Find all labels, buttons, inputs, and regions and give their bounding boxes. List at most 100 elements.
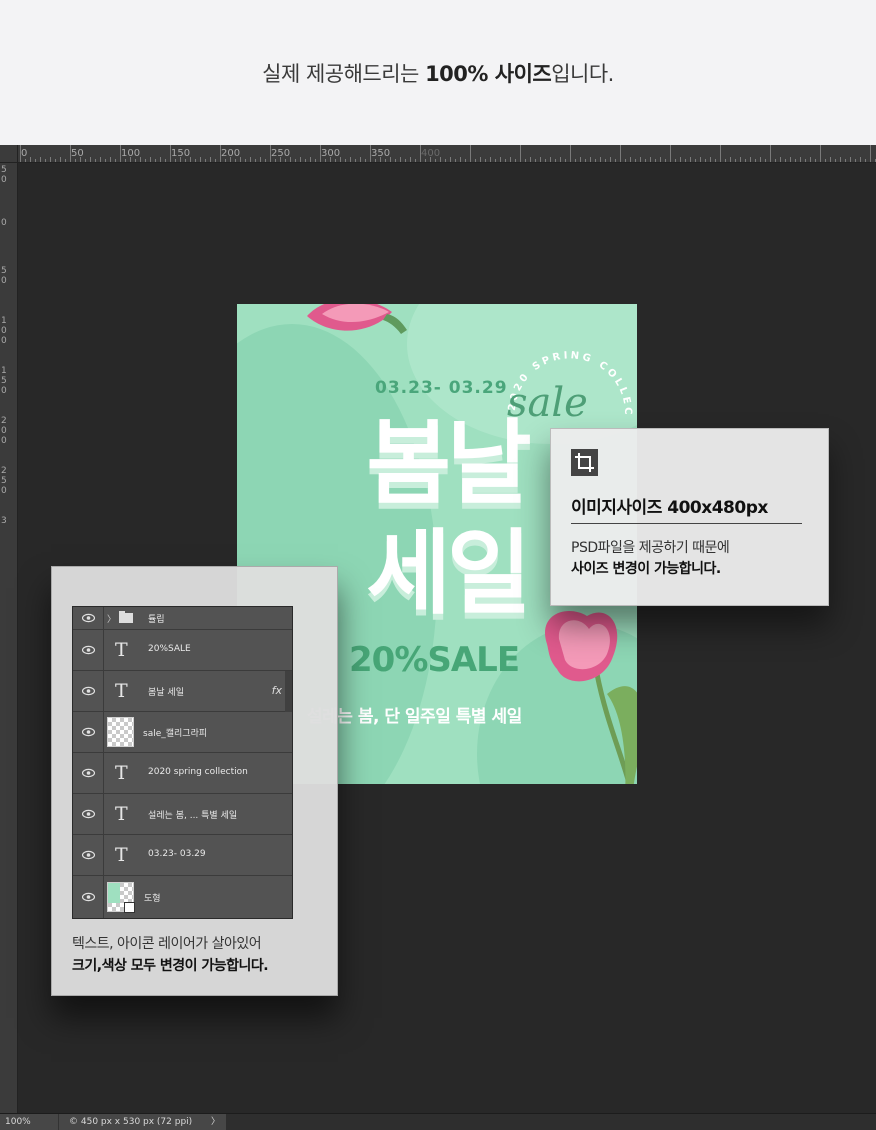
text-layer-icon: T — [115, 680, 128, 702]
ruler-tick — [135, 159, 136, 162]
zoom-level[interactable]: 100% — [0, 1114, 58, 1130]
ruler-tick — [640, 157, 641, 162]
ruler-tick — [740, 157, 741, 162]
ruler-tick — [355, 159, 356, 162]
ruler-tick — [185, 159, 186, 162]
layer-row[interactable]: sale_캘리그라피 — [73, 712, 292, 753]
layer-row[interactable]: T 2020 spring collection — [73, 753, 292, 794]
ruler-tick — [455, 159, 456, 162]
ruler-tick — [440, 157, 441, 162]
eye-icon — [82, 892, 95, 902]
ruler-label: 150 — [1, 366, 7, 396]
sale-date: 03.23- 03.29 — [375, 378, 508, 398]
ruler-tick — [310, 157, 311, 162]
expand-arrow-icon[interactable]: 〉 — [211, 1114, 220, 1130]
ruler-tick — [385, 159, 386, 162]
ruler-tick — [75, 159, 76, 162]
ruler-label: 50 — [71, 148, 84, 159]
ruler-tick — [655, 159, 656, 162]
visibility-toggle[interactable] — [73, 794, 104, 834]
ruler-tick — [95, 159, 96, 162]
header-caption: 실제 제공해드리는 100% 사이즈입니다. — [262, 58, 614, 88]
ruler-tick — [130, 157, 131, 162]
eye-icon — [82, 768, 95, 778]
visibility-toggle[interactable] — [73, 607, 104, 629]
layer-thumbnail — [107, 882, 135, 913]
ruler-tick — [380, 157, 381, 162]
ruler-tick — [345, 159, 346, 162]
ruler-tick — [215, 159, 216, 162]
visibility-toggle[interactable] — [73, 630, 104, 670]
layer-row[interactable]: T 설레는 봄, ... 특별 세일 — [73, 794, 292, 835]
ruler-tick — [295, 159, 296, 162]
ruler-label: 0 — [1, 218, 7, 228]
ruler-corner[interactable] — [0, 145, 18, 163]
layer-row[interactable]: T 03.23- 03.29 — [73, 835, 292, 876]
visibility-toggle[interactable] — [73, 835, 104, 875]
scrollbar[interactable] — [285, 671, 292, 712]
eye-icon — [82, 809, 95, 819]
ruler-tick — [390, 157, 391, 162]
ruler-tick — [35, 159, 36, 162]
crop-icon — [571, 449, 598, 476]
layer-thumbnail — [107, 717, 134, 747]
ruler-tick — [790, 157, 791, 162]
ruler-tick — [145, 159, 146, 162]
layer-row[interactable]: T 봄날 세일 fx — [73, 671, 292, 712]
ruler-tick — [450, 157, 451, 162]
ruler-tick — [330, 157, 331, 162]
horizontal-ruler[interactable]: 0 50 100 150 200 250 300 350 400 — [18, 145, 876, 163]
ruler-tick — [795, 159, 796, 162]
layer-name: 20%SALE — [148, 644, 191, 654]
visibility-toggle[interactable] — [73, 876, 104, 918]
ruler-tick — [500, 157, 501, 162]
layer-row[interactable]: 도형 — [73, 876, 292, 918]
ruler-tick — [370, 145, 371, 162]
layer-row[interactable]: 〉 튤립 — [73, 607, 292, 630]
ruler-tick — [505, 159, 506, 162]
ruler-tick — [375, 159, 376, 162]
chevron-right-icon[interactable]: 〉 — [107, 612, 116, 625]
ruler-tick — [430, 157, 431, 162]
visibility-toggle[interactable] — [73, 753, 104, 793]
header-prefix: 실제 제공해드리는 — [262, 61, 426, 86]
ruler-tick — [765, 159, 766, 162]
eye-icon — [82, 613, 95, 623]
image-size-desc-bold: 사이즈 변경이 가능합니다. — [571, 561, 721, 577]
ruler-tick — [90, 157, 91, 162]
ruler-tick — [465, 159, 466, 162]
visibility-toggle[interactable] — [73, 712, 104, 752]
layer-name: sale_캘리그라피 — [143, 729, 208, 739]
ruler-tick — [520, 145, 521, 162]
ruler-tick — [320, 145, 321, 162]
vertical-ruler[interactable]: 50 0 50 100 150 200 250 3 — [0, 163, 18, 1113]
ruler-tick — [575, 159, 576, 162]
layer-effects-icon[interactable]: fx — [272, 684, 282, 697]
header-suffix: 입니다. — [551, 61, 614, 86]
header-emphasis: 100% 사이즈 — [425, 61, 552, 86]
poster-title-line2: 세일 — [366, 520, 531, 627]
ruler-label: 0 — [21, 148, 28, 159]
ruler-tick — [105, 159, 106, 162]
ruler-tick — [350, 157, 351, 162]
ruler-tick — [265, 159, 266, 162]
ruler-tick — [650, 157, 651, 162]
ruler-tick — [260, 157, 261, 162]
layer-row[interactable]: T 20%SALE — [73, 630, 292, 671]
ruler-label: 3 — [1, 516, 7, 526]
ruler-tick — [710, 157, 711, 162]
ruler-tick — [70, 145, 71, 162]
ruler-tick — [190, 157, 191, 162]
ruler-tick — [400, 157, 401, 162]
document-info[interactable]: © 450 px x 530 px (72 ppi) 〉 — [58, 1114, 226, 1130]
ruler-tick — [110, 157, 111, 162]
ruler-tick — [435, 159, 436, 162]
ruler-tick — [325, 159, 326, 162]
ruler-tick — [220, 145, 221, 162]
ruler-tick — [250, 157, 251, 162]
ruler-tick — [600, 157, 601, 162]
visibility-toggle[interactable] — [73, 671, 104, 711]
ruler-tick — [30, 157, 31, 162]
text-layer-icon: T — [115, 762, 128, 784]
ruler-tick — [245, 159, 246, 162]
